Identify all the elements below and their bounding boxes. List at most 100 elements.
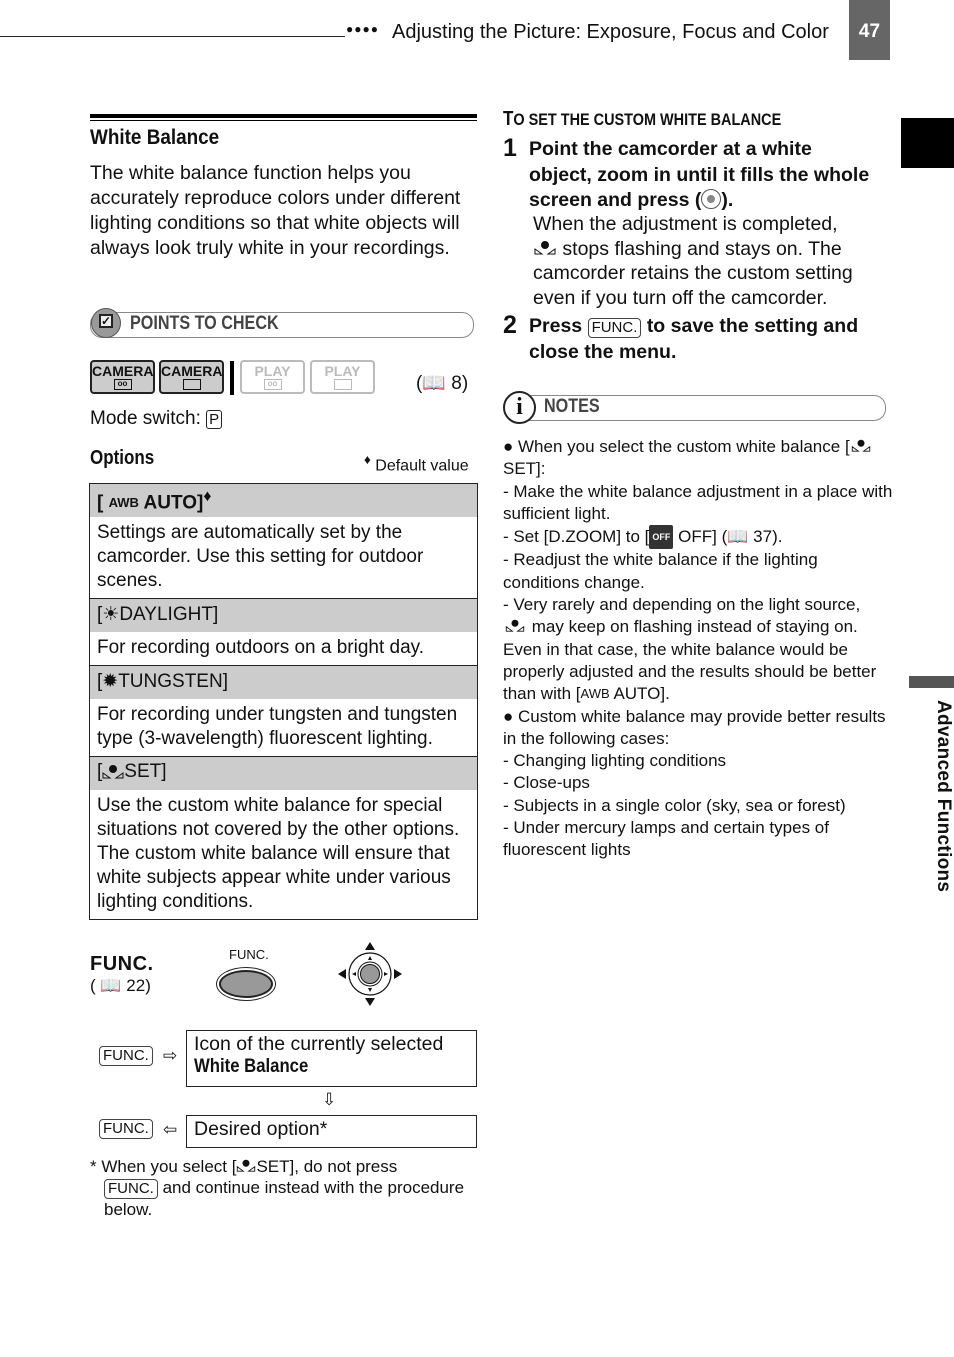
footnote-text: and continue instead with the procedure … — [104, 1178, 465, 1219]
note-item: - Close-ups — [503, 773, 590, 793]
points-to-check-label: POINTS TO CHECK — [130, 313, 279, 334]
default-marker: ♦ — [364, 452, 371, 467]
arrow-down-icon: ⇩ — [322, 1090, 337, 1109]
step-number: 2 — [503, 311, 517, 339]
option-desc-tungsten: For recording under tungsten and tungste… — [90, 699, 477, 757]
mode-label: PLAY — [324, 363, 361, 379]
note-bullet: ● Custom white balance may provide bette… — [503, 706, 886, 748]
checkbox-icon: ✓ — [91, 308, 121, 338]
option-name: TUNGSTEN — [118, 671, 223, 692]
off-icon: OFF — [649, 525, 674, 550]
flow-box-current-icon: Icon of the currently selected White Bal… — [186, 1030, 477, 1087]
bulb-icon: ✹ — [102, 671, 119, 692]
joystick-icon — [701, 189, 722, 209]
note-bullet: ● When you select the custom white balan… — [503, 436, 893, 481]
step-text: ). — [721, 189, 734, 211]
flow-box-setting: White Balance — [194, 1056, 309, 1077]
step-detail-text: stops flashing and stays on. The camcord… — [533, 237, 853, 309]
note-item: - Very rarely and depending on the light… — [503, 594, 893, 705]
step-1-instruction: Point the camcorder at a white object, z… — [529, 137, 879, 214]
step-2-instruction: Press FUNC. to save the setting and clos… — [529, 314, 889, 365]
ref-page: 22 — [126, 976, 146, 995]
sun-icon: ☀ — [102, 604, 120, 625]
chapter-tab-marker — [901, 118, 954, 168]
step-1-detail: When the adjustment is completed, stops … — [533, 212, 883, 310]
step-text: Point the camcorder at a white object, z… — [529, 138, 870, 211]
note-item: - Changing lighting conditions — [503, 751, 727, 771]
option-header-set: [SET] — [90, 757, 477, 790]
options-heading: Options — [90, 447, 155, 469]
note-text: AUTO]. — [613, 684, 670, 704]
notes-body: ● When you select the custom white balan… — [503, 436, 893, 862]
footnote-text: SET], do not press — [256, 1157, 398, 1176]
side-tab-bar — [909, 676, 954, 688]
awb-icon: AWB — [108, 495, 139, 511]
page-reference: (📖 8) — [416, 373, 469, 394]
custom-wb-icon — [851, 439, 870, 452]
custom-wb-icon — [505, 620, 525, 632]
option-name: SET — [124, 761, 162, 782]
flow-box-desired-option: Desired option* — [186, 1115, 477, 1148]
notes-label: NOTES — [544, 396, 600, 417]
mode-switch-label: Mode switch: — [90, 408, 201, 429]
tape-icon: oo — [113, 379, 132, 390]
option-desc-set: Use the custom white balance for special… — [97, 795, 460, 912]
mode-divider — [230, 361, 234, 395]
custom-wb-icon — [534, 240, 556, 254]
option-header-daylight: [☀DAYLIGHT] — [90, 599, 477, 632]
option-header-tungsten: [✹TUNGSTEN] — [90, 666, 477, 699]
func-key: FUNC. — [99, 1119, 153, 1139]
card-icon — [333, 379, 352, 390]
option-name: AUTO — [143, 492, 198, 514]
mode-switch-value: P — [206, 410, 223, 429]
flow-box-text: Icon of the currently selected — [194, 1033, 444, 1055]
tape-icon: oo — [263, 379, 282, 390]
note-text: - Very rarely and depending on the light… — [503, 595, 861, 615]
intro-paragraph: The white balance function helps you acc… — [90, 162, 461, 259]
footnote-text: * When you select [ — [90, 1157, 237, 1176]
section-rule — [90, 114, 477, 118]
note-text: 37). — [753, 527, 783, 547]
side-chapter-label: Advanced Functions — [933, 700, 954, 893]
option-desc-daylight: For recording outdoors on a bright day. — [90, 632, 477, 666]
default-value-legend: ♦ Default value — [364, 452, 469, 475]
heading-rest: O SET THE CUSTOM WHITE BALANCE — [513, 110, 782, 129]
step-text: Press — [529, 315, 583, 337]
page-number: 47 — [849, 0, 890, 60]
running-header-title: Adjusting the Picture: Exposure, Focus a… — [392, 21, 829, 43]
note-text: OFF] ( — [678, 527, 728, 547]
default-label: Default value — [375, 457, 469, 475]
mode-play-tape: PLAY oo — [240, 360, 305, 394]
note-text: ● When you select the custom white balan… — [503, 437, 850, 456]
func-page-reference: ( 📖 22) — [90, 976, 151, 995]
section-rule-thin — [90, 120, 477, 121]
custom-wb-icon — [237, 1159, 256, 1172]
header-dots: ●●●● — [346, 22, 379, 36]
arrow-left-icon: ⇦ — [163, 1120, 178, 1139]
note-text: SET]: — [503, 459, 546, 479]
mode-label: CAMERA — [92, 363, 154, 379]
book-icon: 📖 — [422, 373, 446, 394]
default-marker: ♦ — [203, 488, 212, 505]
func-key: FUNC. — [587, 318, 642, 338]
joystick-icon — [338, 942, 402, 1006]
note-text: may keep on flashing instead of staying … — [503, 617, 877, 704]
options-table: [ AWB AUTO]♦ Settings are automatically … — [89, 483, 478, 920]
book-icon: 📖 — [727, 527, 749, 547]
mode-camera-tape: CAMERA oo — [90, 360, 155, 394]
mode-label: CAMERA — [161, 363, 223, 379]
func-heading: FUNC. — [90, 953, 154, 975]
info-icon: i — [503, 391, 536, 424]
option-header-auto: [ AWB AUTO]♦ — [90, 484, 477, 517]
section-title: White Balance — [90, 126, 220, 149]
note-item: - Under mercury lamps and certain types … — [503, 818, 829, 860]
func-button-illustration — [219, 970, 273, 998]
func-key: FUNC. — [99, 1046, 153, 1066]
note-item: - Subjects in a single color (sky, sea o… — [503, 795, 846, 815]
header-rule — [0, 36, 345, 37]
arrow-right-icon: ⇨ — [163, 1046, 178, 1065]
func-key: FUNC. — [104, 1179, 158, 1199]
custom-wb-icon — [102, 765, 124, 779]
step-detail-text: When the adjustment is completed, — [533, 213, 838, 235]
mode-play-card: PLAY — [310, 360, 375, 394]
